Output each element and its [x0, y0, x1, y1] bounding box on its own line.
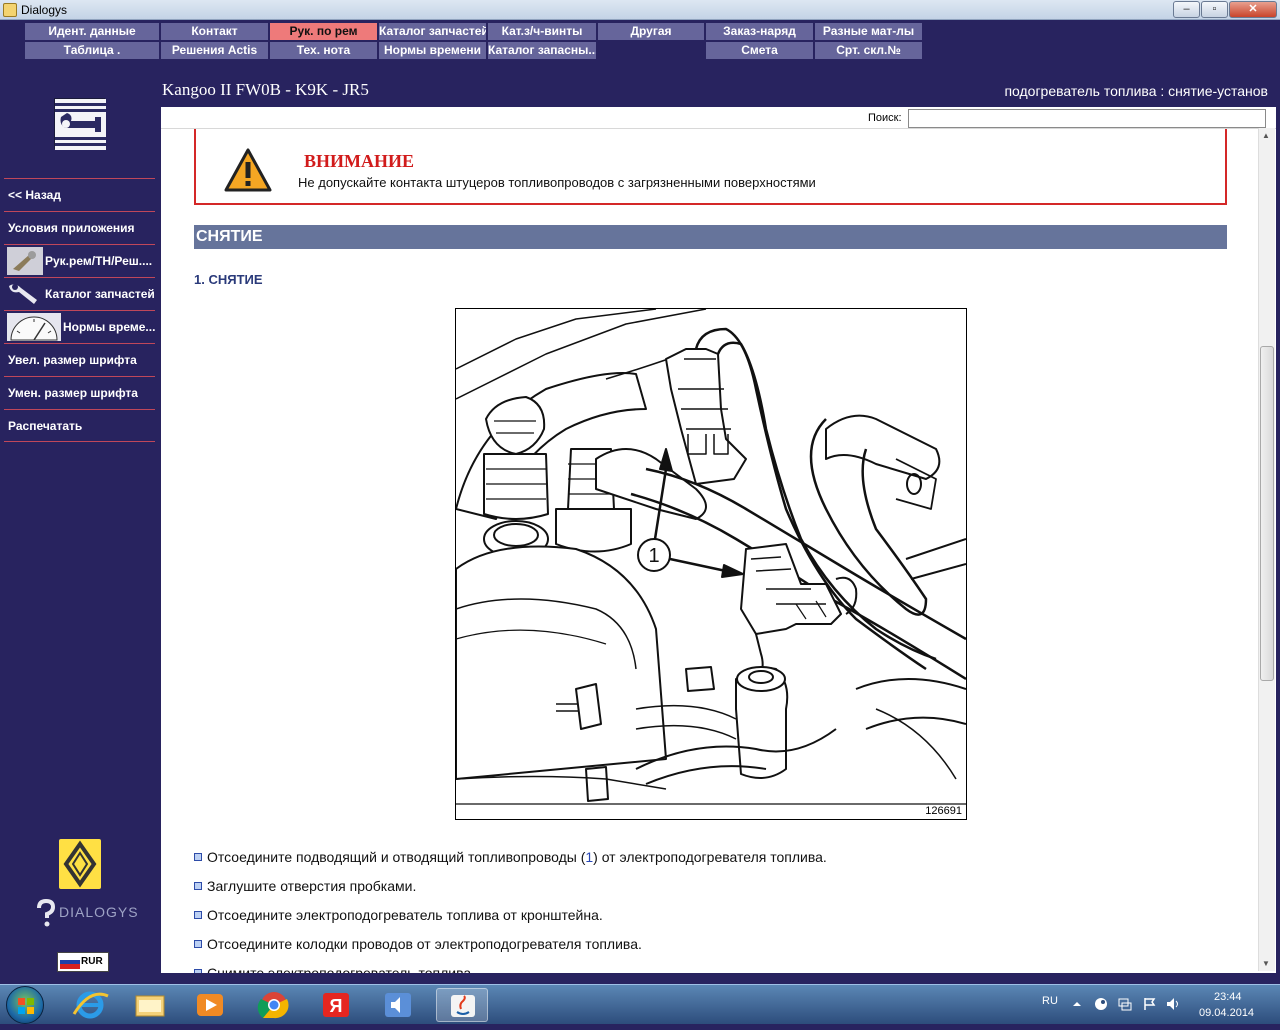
sidebar-item-repair-manual[interactable]: Рук.рем/ТН/Реш....: [4, 244, 155, 277]
manual-icon: [7, 247, 43, 275]
scroll-up-icon[interactable]: ▲: [1262, 131, 1270, 140]
sidebar-item-back[interactable]: << Назад: [4, 178, 155, 211]
volume-icon[interactable]: [1166, 997, 1180, 1011]
section-title: СНЯТИЕ: [196, 228, 263, 245]
menu-ident-data[interactable]: Идент. данные: [25, 23, 159, 40]
dialogys-logo: DIALOGYS: [34, 898, 139, 930]
explorer-icon[interactable]: [124, 988, 176, 1022]
sidebar-item-label: Распечатать: [8, 419, 83, 433]
title-bar: Dialogys – ▫ ✕: [0, 0, 1280, 20]
sidebar-item-print[interactable]: Распечатать: [4, 409, 155, 442]
language-button[interactable]: RUR: [57, 952, 109, 972]
menu-screws-catalog[interactable]: Кат.з/ч-винты: [488, 23, 596, 40]
yandex-icon[interactable]: Я: [310, 988, 362, 1022]
menu-parts-catalog[interactable]: Каталог запчастей: [379, 23, 486, 40]
sidebar-item-terms[interactable]: Условия приложения: [4, 211, 155, 244]
sidebar-item-label: Каталог запчастей: [45, 287, 155, 301]
minimize-button[interactable]: –: [1173, 1, 1200, 18]
subsection-title: 1. СНЯТИЕ: [194, 272, 263, 287]
java-icon[interactable]: [436, 988, 488, 1022]
russian-flag-icon: [60, 955, 80, 969]
network-icon[interactable]: [1118, 997, 1132, 1011]
maximize-button[interactable]: ▫: [1201, 1, 1228, 18]
figure-number: 126691: [925, 805, 962, 817]
tray-expand-icon[interactable]: [1070, 997, 1084, 1011]
sidebar-item-label: Условия приложения: [8, 221, 135, 235]
menu-other[interactable]: Другая: [598, 23, 704, 40]
chrome-icon[interactable]: [248, 988, 300, 1022]
sidebar-item-label: << Назад: [8, 188, 61, 202]
bullet-icon: [194, 911, 202, 919]
step-item: Отсоедините подводящий и отводящий топли…: [194, 849, 827, 865]
window-title: Dialogys: [21, 3, 68, 17]
menu-spare-parts-catalog[interactable]: Каталог запасны...: [488, 42, 596, 59]
menu-table[interactable]: Таблица .: [25, 42, 159, 59]
warning-icon: [224, 148, 272, 192]
step-item: Заглушите отверстия пробками.: [194, 878, 416, 894]
ie-icon[interactable]: [64, 988, 116, 1022]
dialogys-brand-text: DIALOGYS: [59, 904, 139, 920]
steam-icon[interactable]: [1094, 997, 1108, 1011]
app-icon: [3, 3, 17, 17]
step-item: Отсоедините колодки проводов от электроп…: [194, 936, 642, 952]
menu-warehouse[interactable]: Срт. скл.№: [815, 42, 922, 59]
menu-repair-manual[interactable]: Рук. по рем: [270, 23, 377, 40]
sidebar-item-time-norms[interactable]: Нормы време...: [4, 310, 155, 343]
sidebar-item-font-increase[interactable]: Увел. размер шрифта: [4, 343, 155, 376]
search-bar: Поиск:: [161, 107, 1276, 129]
time-icon: [7, 313, 61, 341]
language-label: RUR: [81, 956, 103, 967]
top-menu: Идент. данные Контакт Рук. по рем Катало…: [25, 23, 925, 61]
keyboard-language[interactable]: RU: [1042, 995, 1058, 1007]
bullet-icon: [194, 969, 202, 973]
menu-tech-note[interactable]: Тех. нота: [270, 42, 377, 59]
menu-time-norms[interactable]: Нормы времени: [379, 42, 486, 59]
media-player-icon[interactable]: [184, 988, 236, 1022]
bullet-icon: [194, 853, 202, 861]
warning-text: Не допускайте контакта штуцеров топливоп…: [298, 175, 816, 190]
sidebar-item-label: Умен. размер шрифта: [8, 386, 138, 400]
engine-diagram: 1 126691: [455, 308, 967, 820]
menu-work-order[interactable]: Заказ-наряд: [706, 23, 813, 40]
renault-logo: [59, 839, 101, 889]
clock-time[interactable]: 23:44: [1214, 991, 1242, 1003]
menu-estimate[interactable]: Смета: [706, 42, 813, 59]
menu-misc-materials[interactable]: Разные мат-лы: [815, 23, 922, 40]
sidebar-item-label: Рук.рем/ТН/Реш....: [45, 254, 153, 268]
step-item: Отсоедините электроподогреватель топлива…: [194, 907, 603, 923]
bullet-icon: [194, 940, 202, 948]
close-button[interactable]: ✕: [1229, 1, 1277, 18]
section-header: СНЯТИЕ: [194, 225, 1227, 249]
sidebar-item-label: Нормы време...: [63, 320, 156, 334]
document-body: ВНИМАНИЕ Не допускайте контакта штуцеров…: [161, 129, 1261, 973]
search-label: Поиск:: [868, 112, 902, 124]
figure-callout: 1: [648, 545, 659, 567]
sidebar-nav: << Назад Условия приложения Рук.рем/ТН/Р…: [4, 178, 155, 442]
parts-icon: [7, 280, 43, 308]
document-panel: Поиск: ВНИМАНИЕ Не допускайте контакта ш…: [161, 107, 1276, 973]
action-center-icon[interactable]: [1142, 997, 1156, 1011]
search-input[interactable]: [908, 109, 1266, 128]
vertical-scrollbar[interactable]: ▲ ▼: [1258, 128, 1275, 971]
warning-title: ВНИМАНИЕ: [304, 151, 415, 171]
svg-text:Я: Я: [330, 996, 343, 1016]
sidebar-item-parts-catalog[interactable]: Каталог запчастей: [4, 277, 155, 310]
warning-box: ВНИМАНИЕ Не допускайте контакта штуцеров…: [194, 129, 1227, 205]
start-button[interactable]: [6, 986, 44, 1024]
taskbar: Я RU 23:44 09.04.2014: [0, 984, 1280, 1024]
scroll-down-icon[interactable]: ▼: [1262, 959, 1270, 968]
page-subtitle: подогреватель топлива : снятие-установ: [1004, 83, 1268, 99]
scroll-thumb[interactable]: [1260, 346, 1274, 681]
step-item: Снимите электроподогреватель топлива.: [194, 965, 475, 973]
wrench-icon[interactable]: [54, 98, 106, 150]
vehicle-title: Kangoo II FW0B - K9K - JR5: [162, 80, 369, 99]
sidebar-item-font-decrease[interactable]: Умен. размер шрифта: [4, 376, 155, 409]
sidebar-item-label: Увел. размер шрифта: [8, 353, 137, 367]
speaker-app-icon[interactable]: [372, 988, 424, 1022]
menu-contact[interactable]: Контакт: [161, 23, 268, 40]
bullet-icon: [194, 882, 202, 890]
part-reference[interactable]: 1: [585, 849, 593, 865]
clock-date[interactable]: 09.04.2014: [1199, 1007, 1254, 1019]
menu-actis-solutions[interactable]: Решения Actis: [161, 42, 268, 59]
